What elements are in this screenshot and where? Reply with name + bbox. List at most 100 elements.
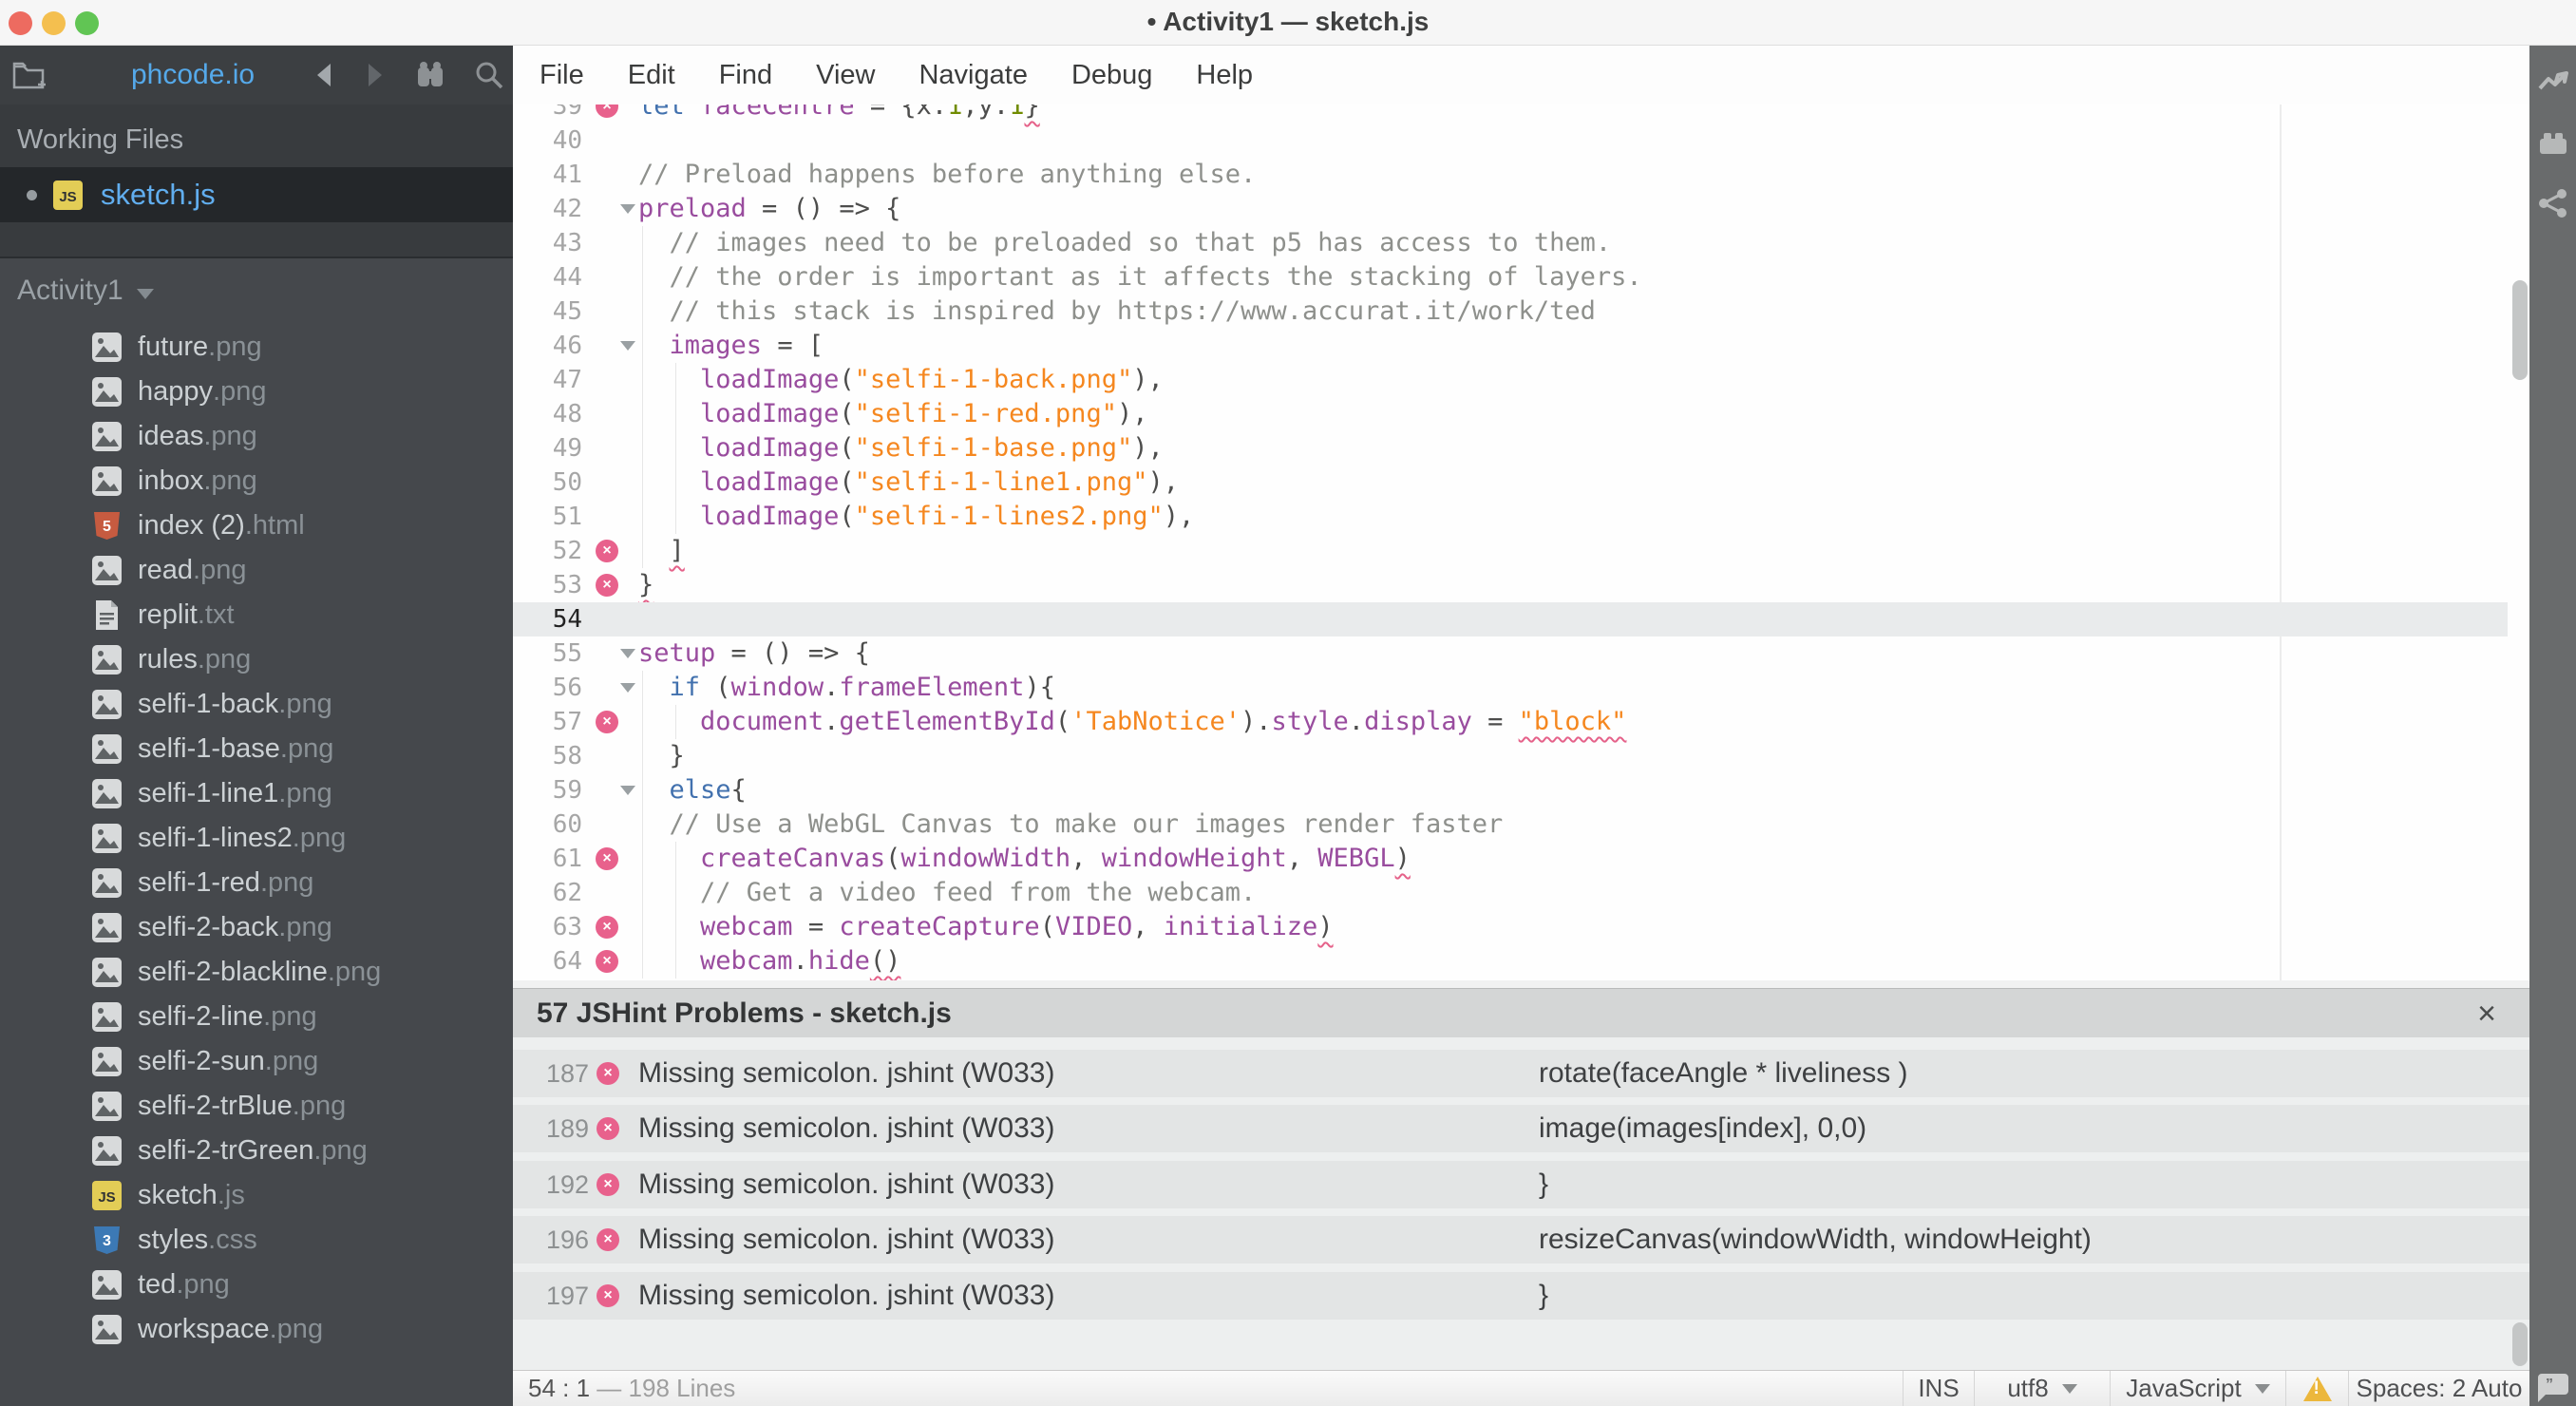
file-tree-item[interactable]: selfi-2-blackline.png <box>0 950 513 995</box>
language-select[interactable]: JavaScript <box>2110 1371 2285 1406</box>
line-number[interactable]: 41 <box>513 158 582 192</box>
phcode-logo[interactable]: phcode.io <box>131 59 255 91</box>
problem-row[interactable]: 192 × Missing semicolon. jshint (W033) } <box>513 1161 2529 1208</box>
line-number[interactable]: 45 <box>513 294 582 329</box>
code-line-46[interactable]: 46 images = [ <box>513 329 2508 363</box>
file-tree-item[interactable]: selfi-2-trBlue.png <box>0 1084 513 1129</box>
code-line-54[interactable]: 54 <box>513 602 2508 636</box>
code-line-59[interactable]: 59 else{ <box>513 773 2508 808</box>
menu-find[interactable]: Find <box>719 60 772 91</box>
line-number[interactable]: 42 <box>513 192 582 226</box>
file-tree-item[interactable]: replit.txt <box>0 593 513 637</box>
menu-view[interactable]: View <box>816 60 875 91</box>
problem-row[interactable]: 187 × Missing semicolon. jshint (W033) r… <box>513 1050 2529 1097</box>
line-number[interactable]: 54 <box>513 602 582 636</box>
code-line-50[interactable]: 50 loadImage("selfi-1-line1.png"), <box>513 466 2508 500</box>
file-tree-item[interactable]: selfi-1-base.png <box>0 727 513 771</box>
find-in-files-icon[interactable] <box>414 56 448 94</box>
line-number[interactable]: 50 <box>513 466 582 500</box>
line-number[interactable]: 60 <box>513 808 582 842</box>
menu-help[interactable]: Help <box>1196 60 1253 91</box>
file-tree-item[interactable]: selfi-2-back.png <box>0 905 513 950</box>
code-line-63[interactable]: 63× webcam = createCapture(VIDEO, initia… <box>513 910 2508 944</box>
feedback-icon[interactable]: ” <box>2536 1374 2570 1402</box>
line-number[interactable]: 63 <box>513 910 582 944</box>
file-tree-item[interactable]: selfi-2-line.png <box>0 995 513 1039</box>
code-line-49[interactable]: 49 loadImage("selfi-1-base.png"), <box>513 431 2508 466</box>
problems-scrollbar-thumb[interactable] <box>2512 1322 2528 1366</box>
code-line-48[interactable]: 48 loadImage("selfi-1-red.png"), <box>513 397 2508 431</box>
fold-arrow-icon[interactable] <box>620 204 635 214</box>
live-preview-icon[interactable] <box>2538 69 2568 100</box>
file-tree-item[interactable]: selfi-1-line1.png <box>0 771 513 816</box>
file-tree-item[interactable]: ted.png <box>0 1263 513 1307</box>
problem-row[interactable]: 197 × Missing semicolon. jshint (W033) } <box>513 1272 2529 1320</box>
code-line-53[interactable]: 53×} <box>513 568 2508 602</box>
code-line-58[interactable]: 58 } <box>513 739 2508 773</box>
problem-row[interactable]: 196 × Missing semicolon. jshint (W033) r… <box>513 1216 2529 1264</box>
line-number[interactable]: 56 <box>513 671 582 705</box>
panel-resize-handle[interactable] <box>513 980 2529 988</box>
code-line-47[interactable]: 47 loadImage("selfi-1-back.png"), <box>513 363 2508 397</box>
editor-scrollbar-thumb[interactable] <box>2512 280 2528 380</box>
line-number[interactable]: 64 <box>513 944 582 978</box>
file-tree-item[interactable]: JS sketch.js <box>0 1173 513 1218</box>
file-tree-item[interactable]: future.png <box>0 325 513 370</box>
line-number[interactable]: 61 <box>513 842 582 876</box>
file-tree-item[interactable]: rules.png <box>0 637 513 682</box>
code-line-40[interactable]: 40 <box>513 124 2508 158</box>
code-line-56[interactable]: 56 if (window.frameElement){ <box>513 671 2508 705</box>
line-number[interactable]: 59 <box>513 773 582 808</box>
file-tree-item[interactable]: selfi-2-trGreen.png <box>0 1129 513 1173</box>
problem-row[interactable]: 189 × Missing semicolon. jshint (W033) i… <box>513 1105 2529 1152</box>
nav-forward-icon[interactable] <box>365 56 386 94</box>
fold-arrow-icon[interactable] <box>620 786 635 795</box>
code-line-64[interactable]: 64× webcam.hide() <box>513 944 2508 978</box>
line-number[interactable]: 62 <box>513 876 582 910</box>
code-line-60[interactable]: 60 // Use a WebGL Canvas to make our ima… <box>513 808 2508 842</box>
line-number[interactable]: 57 <box>513 705 582 739</box>
line-number[interactable]: 46 <box>513 329 582 363</box>
code-line-52[interactable]: 52× ] <box>513 534 2508 568</box>
code-line-61[interactable]: 61× createCanvas(windowWidth, windowHeig… <box>513 842 2508 876</box>
code-line-43[interactable]: 43 // images need to be preloaded so tha… <box>513 226 2508 260</box>
code-line-57[interactable]: 57× document.getElementById('TabNotice')… <box>513 705 2508 739</box>
line-number[interactable]: 43 <box>513 226 582 260</box>
code-line-39[interactable]: 39×let faceCentre = {x:1,y:1} <box>513 104 2508 124</box>
code-line-45[interactable]: 45 // this stack is inspired by https://… <box>513 294 2508 329</box>
code-line-41[interactable]: 41// Preload happens before anything els… <box>513 158 2508 192</box>
code-line-55[interactable]: 55setup = () => { <box>513 636 2508 671</box>
code-editor[interactable]: 39×let faceCentre = {x:1,y:1}4041// Prel… <box>513 104 2529 980</box>
line-number[interactable]: 44 <box>513 260 582 294</box>
line-number[interactable]: 40 <box>513 124 582 158</box>
project-switcher[interactable]: Activity1 <box>0 258 513 317</box>
new-project-icon[interactable] <box>11 56 47 94</box>
insert-mode-toggle[interactable]: INS <box>1903 1371 1974 1406</box>
line-number[interactable]: 51 <box>513 500 582 534</box>
line-number[interactable]: 55 <box>513 636 582 671</box>
extension-manager-icon[interactable] <box>2538 129 2568 160</box>
file-tree-item[interactable]: selfi-1-lines2.png <box>0 816 513 861</box>
menu-debug[interactable]: Debug <box>1071 60 1152 91</box>
lint-warning-indicator[interactable] <box>2285 1371 2348 1406</box>
file-tree-item[interactable]: workspace.png <box>0 1307 513 1352</box>
cursor-position[interactable]: 54 : 1 — 198 Lines <box>528 1374 735 1403</box>
share-icon[interactable] <box>2538 188 2568 218</box>
line-number[interactable]: 48 <box>513 397 582 431</box>
line-number[interactable]: 58 <box>513 739 582 773</box>
nav-back-icon[interactable] <box>313 56 334 94</box>
file-tree-item[interactable]: selfi-1-red.png <box>0 861 513 905</box>
line-number[interactable]: 39 <box>513 104 582 124</box>
line-number[interactable]: 53 <box>513 568 582 602</box>
line-number[interactable]: 47 <box>513 363 582 397</box>
code-line-51[interactable]: 51 loadImage("selfi-1-lines2.png"), <box>513 500 2508 534</box>
file-tree-item[interactable]: selfi-2-sun.png <box>0 1039 513 1084</box>
file-tree-item[interactable]: 3 styles.css <box>0 1218 513 1263</box>
close-icon[interactable]: × <box>2477 991 2496 1036</box>
menu-file[interactable]: File <box>540 60 584 91</box>
code-line-62[interactable]: 62 // Get a video feed from the webcam. <box>513 876 2508 910</box>
fold-arrow-icon[interactable] <box>620 683 635 693</box>
file-tree-item[interactable]: ideas.png <box>0 414 513 459</box>
search-icon[interactable] <box>473 56 505 94</box>
code-line-42[interactable]: 42preload = () => { <box>513 192 2508 226</box>
